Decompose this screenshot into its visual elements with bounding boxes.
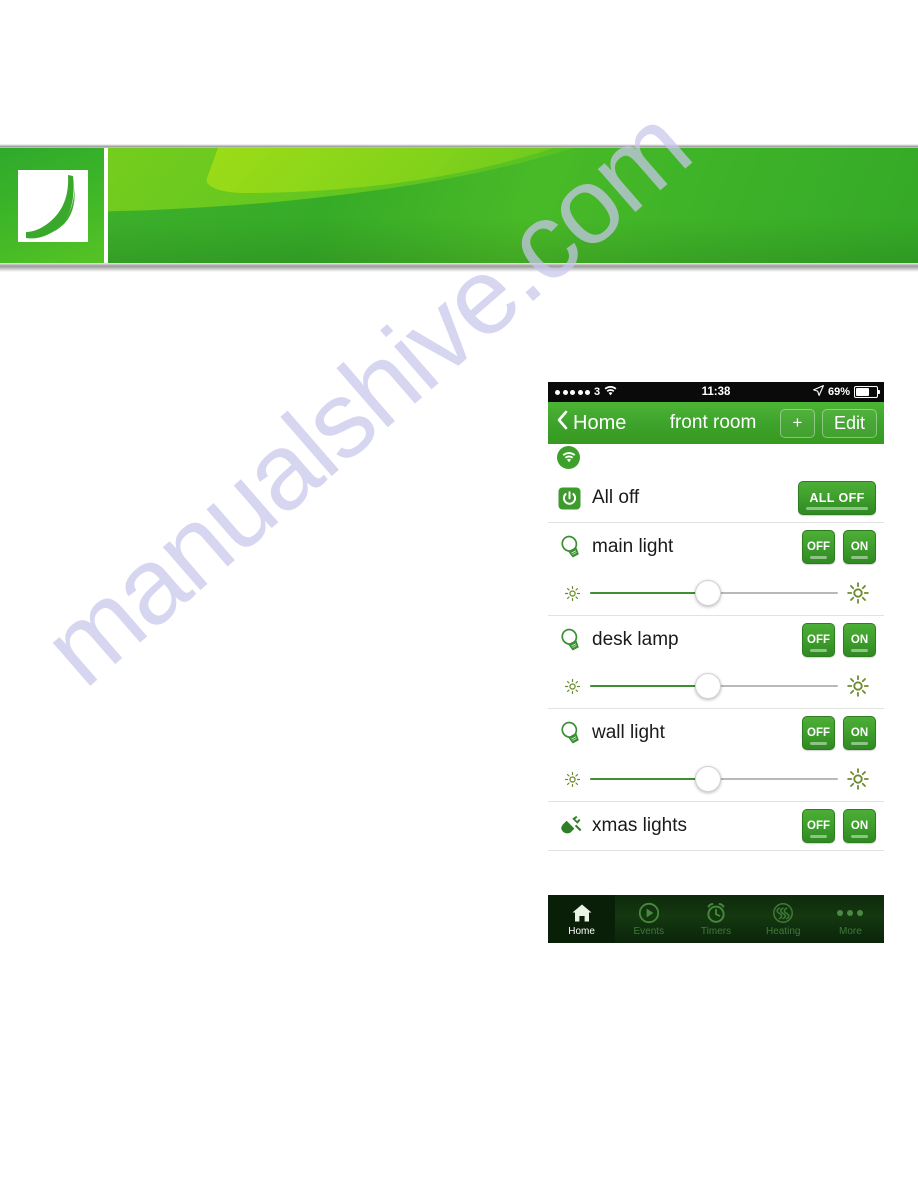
more-dots-icon (837, 901, 864, 925)
list-item[interactable]: xmas lights OFF ON (548, 801, 884, 850)
device-on-button[interactable]: ON (843, 809, 876, 843)
list-item-controls: OFF ON (802, 623, 876, 657)
location-arrow-icon (813, 385, 824, 399)
sun-bright-icon (844, 675, 872, 697)
lightbulb-icon (558, 627, 592, 653)
brand-logo-mark (18, 170, 88, 242)
tab-label: Events (633, 926, 665, 937)
device-off-button[interactable]: OFF (802, 530, 835, 564)
header-bottom-rule (0, 263, 918, 272)
list-item-controls: OFF ON (802, 530, 876, 564)
brand-logo-panel (0, 148, 104, 263)
tab-label: More (839, 926, 862, 937)
dimmer-track[interactable] (590, 766, 838, 792)
heat-waves-icon (772, 901, 794, 925)
device-off-button[interactable]: OFF (802, 716, 835, 750)
header-swoosh-upper (201, 148, 685, 193)
lightbulb-icon (558, 720, 592, 746)
device-off-button[interactable]: OFF (802, 809, 835, 843)
dimmer-track-fill (590, 778, 707, 780)
tab-events[interactable]: Events (615, 895, 682, 943)
tab-home[interactable]: Home (548, 895, 616, 943)
navigation-bar: Home front room + Edit (548, 402, 884, 444)
device-on-button[interactable]: ON (843, 716, 876, 750)
battery-percent-label: 69% (827, 386, 850, 398)
plug-icon (558, 815, 592, 838)
list-item-label: wall light (592, 722, 665, 743)
list-item[interactable]: main light OFF ON (548, 522, 884, 571)
edit-button[interactable]: Edit (822, 408, 877, 438)
list-item-controls: OFF ON (802, 716, 876, 750)
status-bar-right: 69% (813, 385, 880, 399)
tab-label: Heating (765, 926, 801, 937)
all-off-button[interactable]: ALL OFF (798, 481, 876, 515)
lightbulb-icon (558, 534, 592, 560)
home-icon (571, 901, 593, 925)
dimmer-slider-row (548, 757, 884, 801)
dimmer-track-fill (590, 592, 707, 594)
tab-label: Timers (700, 926, 732, 937)
play-icon (638, 901, 660, 925)
nav-bar-actions: + Edit (780, 408, 877, 438)
sun-dim-icon (560, 585, 584, 602)
tab-more[interactable]: More (817, 895, 884, 943)
device-off-button[interactable]: OFF (802, 623, 835, 657)
wifi-status-icon[interactable] (557, 446, 580, 469)
dimmer-track[interactable] (590, 580, 838, 606)
alarm-clock-icon (705, 901, 727, 925)
tab-bar: Home Events Timers Heating More (548, 895, 884, 943)
list-item-controls: ALL OFF (798, 481, 876, 515)
sun-dim-icon (560, 771, 584, 788)
page-header-banner (0, 144, 918, 272)
battery-icon (854, 386, 880, 398)
list-item-label: All off (592, 487, 640, 508)
header-green-band (108, 148, 918, 263)
list-item[interactable]: desk lamp OFF ON (548, 615, 884, 664)
tab-label: Home (568, 926, 595, 937)
device-on-button[interactable]: ON (843, 623, 876, 657)
power-icon (558, 487, 592, 510)
dimmer-slider-row (548, 664, 884, 708)
add-device-button[interactable]: + (780, 408, 815, 438)
status-bar: 3 11:38 69% (548, 382, 884, 402)
dimmer-thumb[interactable] (694, 673, 721, 699)
dimmer-track-fill (590, 685, 707, 687)
list-item[interactable]: wall light OFF ON (548, 708, 884, 757)
sun-bright-icon (844, 768, 872, 790)
list-item-label: xmas lights (592, 815, 688, 836)
dimmer-track[interactable] (590, 673, 838, 699)
sun-bright-icon (844, 582, 872, 604)
list-tabbar-gap (548, 851, 884, 895)
connection-status-row (548, 444, 884, 474)
dimmer-thumb[interactable] (694, 766, 721, 792)
tab-heating[interactable]: Heating (750, 895, 817, 943)
list-item-label: main light (592, 536, 674, 557)
dimmer-slider-row (548, 571, 884, 615)
device-on-button[interactable]: ON (843, 530, 876, 564)
phone-screenshot: 3 11:38 69% Home front room + Edit All o… (548, 382, 884, 943)
list-item-label: desk lamp (592, 629, 679, 650)
list-item[interactable]: All off ALL OFF (548, 474, 884, 522)
sun-dim-icon (560, 678, 584, 695)
list-item-controls: OFF ON (802, 809, 876, 843)
tab-timers[interactable]: Timers (682, 895, 749, 943)
dimmer-thumb[interactable] (694, 580, 721, 606)
device-list: All off ALL OFF main light OFF ON desk l… (548, 474, 884, 851)
header-shade (108, 217, 918, 263)
